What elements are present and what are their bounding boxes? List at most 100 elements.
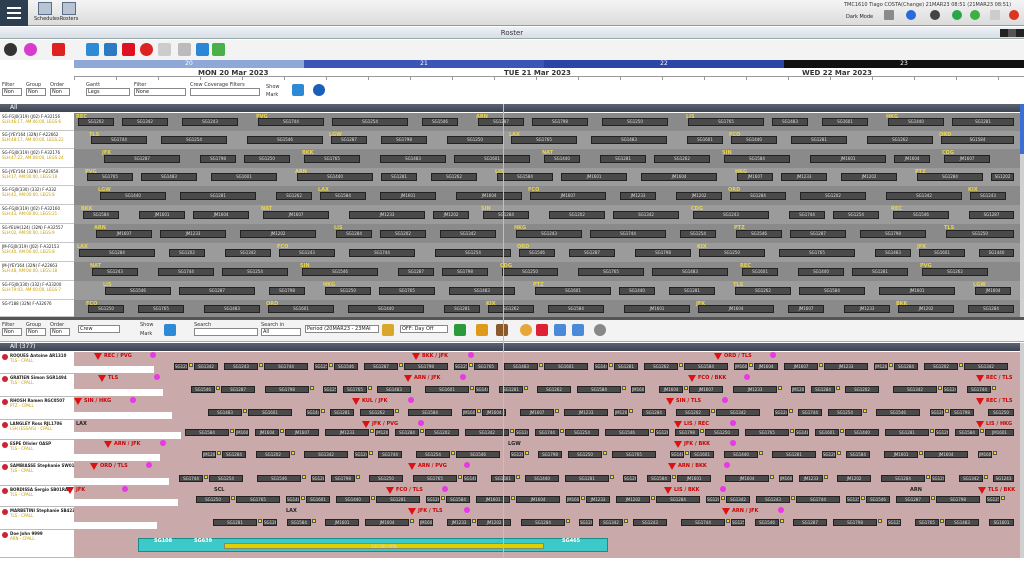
group-header-aircraft[interactable]: All bbox=[0, 104, 1024, 112]
duty-flight-bar[interactable]: SG1342 bbox=[726, 496, 750, 503]
flight-bar[interactable]: SG1483 bbox=[591, 136, 667, 144]
flight-bar[interactable]: SG1281 bbox=[852, 267, 908, 276]
duty-flight-bar[interactable]: SG1202 bbox=[845, 386, 879, 393]
duty-flight-bar[interactable]: SG1262 bbox=[623, 475, 637, 482]
duty-label[interactable]: ARN / JFK bbox=[732, 508, 758, 514]
flight-bar[interactable]: SG1254 bbox=[161, 136, 227, 144]
duty-flight-bar[interactable]: SG1798 bbox=[538, 451, 562, 458]
crew-row[interactable]: RHOSH Ramen RGC0507 PTZ - CPALL SG1483 SG16… bbox=[0, 397, 1024, 420]
flight-bar[interactable]: SG1262 bbox=[276, 191, 312, 200]
aircraft-row[interactable]: SG-FGJ0(330) (332) F-A332 SLH:42, AM:00:0… bbox=[0, 186, 1024, 205]
check-in-pin-icon[interactable] bbox=[130, 397, 136, 403]
flight-bar[interactable]: SG1250 bbox=[602, 118, 668, 126]
duty-flight-bar[interactable]: JM1604 bbox=[924, 451, 968, 458]
rotate-left-icon[interactable] bbox=[196, 43, 209, 56]
flight-bar[interactable]: SG1254 bbox=[222, 267, 288, 276]
flight-bar[interactable]: SG1202 bbox=[380, 229, 426, 238]
aircraft-row[interactable]: JM-JYEY164 (32N) F-A22663 SLH:48, AM:00:0… bbox=[0, 262, 1024, 281]
alert-flag-icon[interactable] bbox=[674, 441, 682, 448]
duty-label[interactable]: REC / PVG bbox=[104, 353, 132, 359]
duty-flight-bar[interactable]: SG1287 bbox=[655, 429, 669, 436]
duty-flight-bar[interactable]: SG1342 bbox=[893, 386, 937, 393]
duty-flight-bar[interactable]: JM1604 bbox=[516, 496, 560, 503]
day-off-select[interactable]: OFF: Day Off bbox=[400, 325, 448, 333]
globe-icon[interactable] bbox=[4, 43, 17, 56]
duty-flight-bar[interactable]: SG1287 bbox=[896, 496, 930, 503]
duty-flight-bar[interactable]: SG1744 bbox=[967, 386, 991, 393]
check-in-pin-icon[interactable] bbox=[730, 440, 736, 446]
flight-bar[interactable]: SG1250 bbox=[699, 248, 765, 257]
duty-flight-bar[interactable]: JM1607 bbox=[978, 451, 992, 458]
duty-flight-bar[interactable]: SG1440 bbox=[845, 429, 879, 436]
group-header-crew[interactable]: All (377) bbox=[0, 343, 1024, 351]
alert-flag-icon[interactable] bbox=[104, 441, 112, 448]
duty-flight-bar[interactable]: SG1202 bbox=[174, 363, 188, 370]
alert-icon[interactable] bbox=[24, 43, 37, 56]
duty-flight-bar[interactable]: SG1202 bbox=[931, 475, 945, 482]
crew-row[interactable]: Doe John 9999 ARN - CPALL SG108 SG639 A31560… bbox=[0, 530, 1024, 558]
flight-bar[interactable]: SG1584 bbox=[548, 304, 604, 313]
duty-flight-bar[interactable]: SG1284 bbox=[222, 451, 246, 458]
flight-bar[interactable]: SG1440 bbox=[979, 248, 1014, 257]
aircraft-row[interactable]: SG-FGJ0(319) (J02) F-A32160 SLH:43, AM:00… bbox=[0, 205, 1024, 224]
duty-flight-bar[interactable]: SG1546 bbox=[755, 519, 779, 526]
duty-flight-bar[interactable]: SG1483 bbox=[286, 496, 300, 503]
flight-bar[interactable]: JM1604 bbox=[193, 210, 249, 219]
aircraft-row[interactable]: SG-FGJ0(319) (J02) F-A32156 SLH:46:17, AM… bbox=[0, 113, 1024, 131]
flight-bar[interactable]: SG1342 bbox=[122, 118, 168, 126]
duty-flight-bar[interactable]: SG1243 bbox=[756, 496, 790, 503]
alert-flag-icon[interactable] bbox=[94, 353, 102, 360]
duty-flight-bar[interactable]: SG1281 bbox=[772, 451, 816, 458]
flight-bar[interactable]: SG1281 bbox=[600, 154, 646, 163]
flight-bar[interactable]: JM1607 bbox=[788, 304, 824, 313]
flight-bar[interactable]: SG1342 bbox=[886, 191, 962, 200]
timeline-day-21[interactable]: 21 bbox=[304, 60, 544, 68]
flight-bar[interactable]: SG1202 bbox=[549, 210, 605, 219]
duty-flight-bar[interactable]: SG1546 bbox=[866, 496, 890, 503]
flight-bar[interactable]: JM1601 bbox=[624, 304, 690, 313]
duty-flight-bar[interactable]: SG1601 bbox=[544, 363, 588, 370]
flight-bar[interactable]: SG1765 bbox=[688, 118, 764, 126]
aircraft-scrollbar[interactable] bbox=[1020, 104, 1024, 317]
duty-flight-bar[interactable]: JM1601 bbox=[462, 409, 476, 416]
duty-flight-bar[interactable]: SG1440 bbox=[306, 409, 320, 416]
duty-flight-bar[interactable]: SG1342 bbox=[959, 475, 983, 482]
duty-flight-bar[interactable]: SG1765 bbox=[343, 386, 367, 393]
duty-flight-bar[interactable]: SG1243 bbox=[943, 386, 957, 393]
duty-flight-bar[interactable]: SG1798 bbox=[675, 429, 699, 436]
duty-flight-bar[interactable]: SG1281 bbox=[614, 363, 638, 370]
duty-flight-bar[interactable]: SG1765 bbox=[236, 496, 280, 503]
duty-flight-bar[interactable]: SG1744 bbox=[796, 496, 840, 503]
flight-bar[interactable]: SG1342 bbox=[225, 248, 271, 257]
show-radio[interactable]: Show bbox=[266, 84, 280, 90]
crew-row[interactable]: ROQUES Antoine AR1310TLS - CPALLSG1202SG… bbox=[0, 352, 1024, 374]
undo-icon[interactable] bbox=[104, 43, 117, 56]
alert-flag-icon[interactable] bbox=[674, 421, 682, 428]
duty-label[interactable]: LIS / HKG bbox=[986, 421, 1012, 427]
aircraft-row[interactable]: SG-Y188 (32N) F-A32676 SG1250 FCO SG1765 SG1… bbox=[0, 300, 1024, 317]
group-select[interactable]: Non bbox=[26, 88, 46, 96]
duty-label[interactable]: FCO / TLS bbox=[396, 487, 423, 493]
duty-flight-bar[interactable]: JM1202 bbox=[202, 451, 216, 458]
refresh-filter-icon[interactable] bbox=[292, 84, 304, 96]
duty-flight-bar[interactable]: JM1202 bbox=[616, 496, 650, 503]
crew-group-select[interactable]: Non bbox=[26, 328, 46, 336]
flight-bar[interactable]: SG1483 bbox=[204, 304, 260, 313]
duty-flight-bar[interactable]: SG1243 bbox=[354, 451, 368, 458]
duty-flight-bar[interactable]: JM1202 bbox=[477, 519, 511, 526]
search-in-select[interactable]: All bbox=[261, 328, 301, 336]
duty-flight-bar[interactable]: SG1287 bbox=[364, 363, 398, 370]
duty-flight-bar[interactable]: SG1254 bbox=[416, 451, 450, 458]
duty-flight-bar[interactable]: SG1342 bbox=[599, 519, 623, 526]
flight-bar[interactable]: SG1546 bbox=[302, 267, 378, 276]
duty-flight-bar[interactable]: SG1440 bbox=[475, 386, 489, 393]
flight-bar[interactable]: SG1798 bbox=[200, 154, 236, 163]
alert-flag-icon[interactable] bbox=[404, 375, 412, 382]
duty-flight-bar[interactable]: SG1584 bbox=[684, 363, 728, 370]
duty-flight-bar[interactable]: SG1483 bbox=[670, 451, 684, 458]
flight-bar[interactable]: SG1287 bbox=[569, 248, 615, 257]
check-icon[interactable] bbox=[970, 10, 980, 20]
phone-icon[interactable] bbox=[952, 10, 962, 20]
duty-flight-bar[interactable]: SG1546 bbox=[334, 363, 358, 370]
flight-bar[interactable]: SG1798 bbox=[381, 136, 427, 144]
